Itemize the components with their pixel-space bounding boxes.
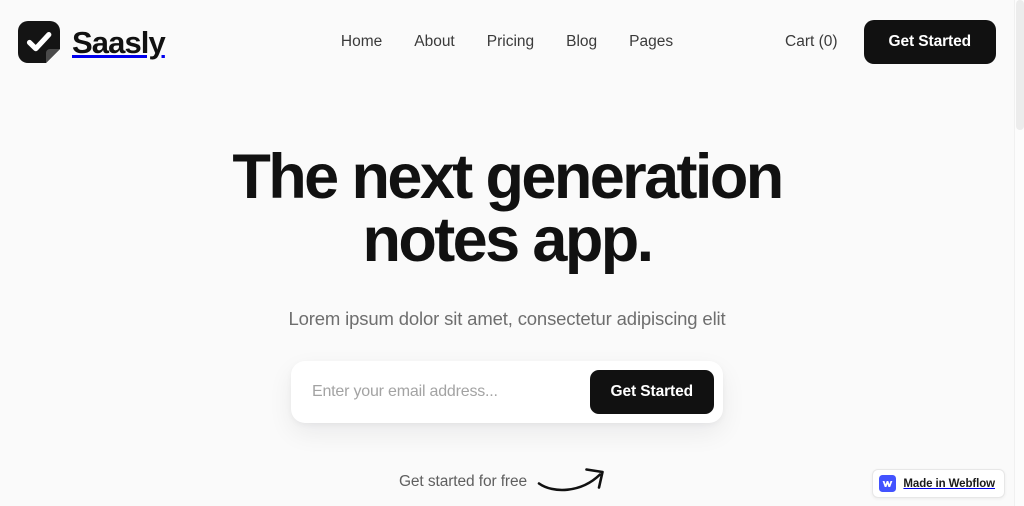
site-header: Saasly Home About Pricing Blog Pages Car…	[0, 0, 1014, 84]
curved-arrow-up-right-icon	[537, 464, 615, 501]
page-scrollbar-thumb[interactable]	[1016, 0, 1024, 130]
nav-item-pricing[interactable]: Pricing	[487, 33, 534, 51]
made-in-webflow-label: Made in Webflow	[903, 477, 995, 490]
brand-logo-link[interactable]: Saasly	[18, 21, 166, 63]
header-actions: Cart (0) Get Started	[785, 20, 996, 64]
page-scrollbar-track[interactable]	[1014, 0, 1024, 506]
hero-title-line-1: The next generation	[232, 142, 784, 212]
primary-nav: Home About Pricing Blog Pages	[341, 33, 673, 51]
hero-subtitle: Lorem ipsum dolor sit amet, consectetur …	[288, 308, 726, 329]
checkmark-rounded-square-icon	[18, 21, 60, 63]
webflow-w-icon	[879, 475, 897, 492]
free-cta-text: Get started for free	[398, 473, 528, 490]
cart-link[interactable]: Cart (0)	[785, 33, 838, 51]
nav-item-pages[interactable]: Pages	[629, 33, 673, 51]
form-get-started-button[interactable]: Get Started	[589, 370, 714, 414]
free-cta-row: Get started for free	[0, 464, 1014, 501]
hero-title-line-2: notes app.	[362, 205, 654, 275]
email-signup-form: Get Started	[291, 361, 723, 423]
page-root: Saasly Home About Pricing Blog Pages Car…	[0, 0, 1014, 506]
nav-item-about[interactable]: About	[414, 33, 455, 51]
email-input[interactable]	[300, 372, 590, 411]
nav-item-blog[interactable]: Blog	[566, 33, 597, 51]
hero-title: The next generation notes app.	[187, 146, 827, 272]
made-in-webflow-badge[interactable]: Made in Webflow	[872, 469, 1005, 498]
header-get-started-button[interactable]: Get Started	[863, 20, 996, 64]
hero-section: The next generation notes app. Lorem ips…	[0, 84, 1014, 501]
nav-item-home[interactable]: Home	[341, 33, 382, 51]
brand-name: Saasly	[72, 24, 166, 60]
